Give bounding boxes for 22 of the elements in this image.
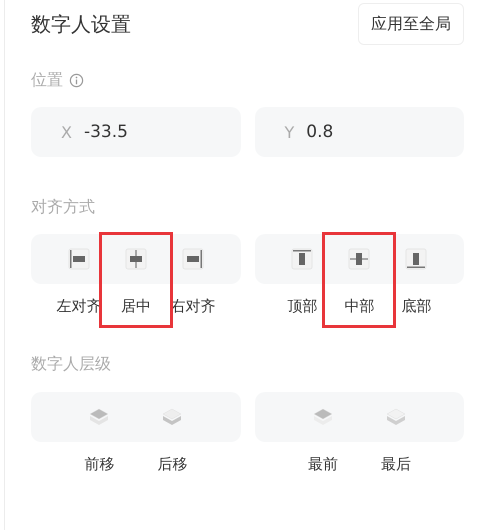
option-label: 后移 [157,455,188,474]
apply-all-button[interactable]: 应用至全局 [358,3,464,45]
section-label: 数字人层级 [31,354,111,375]
info-icon[interactable] [69,73,84,88]
section-label: 对齐方式 [31,197,95,218]
coordinate-field[interactable]: Y 0.8 [254,107,464,157]
align-left-icon[interactable] [68,248,90,270]
align-bottom-icon[interactable] [405,248,428,270]
option-label: 最前 [308,455,338,474]
align-center-icon[interactable] [124,248,147,270]
option-label: 顶部 [287,297,318,316]
option-label: 居中 [120,297,151,316]
option-label: 最后 [380,455,411,474]
panel-title: 数字人设置 [31,10,131,38]
align-middle-icon[interactable] [348,248,370,270]
coordinate-field[interactable]: X -33.5 [31,107,240,157]
option-label: 底部 [401,297,432,316]
option-label: 中部 [344,297,374,316]
align-right-icon[interactable] [182,248,204,270]
align-top-icon[interactable] [291,248,314,270]
option-label: 前移 [84,455,114,474]
section-label: 位置 [31,70,63,91]
